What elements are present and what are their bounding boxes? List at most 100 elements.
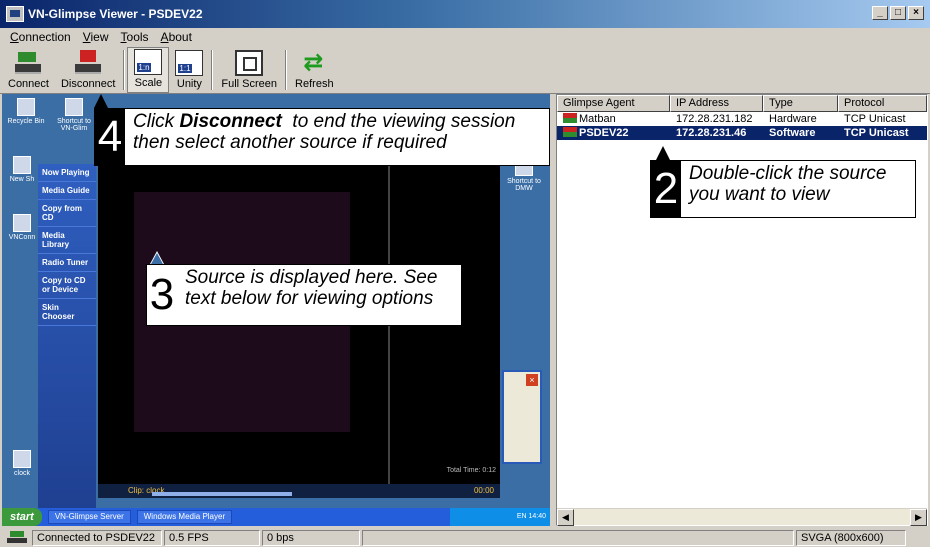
ip-cell: 172.28.231.46 [676, 127, 747, 139]
desktop-icon-recycle-bin[interactable]: Recycle Bin [6, 98, 46, 125]
callout-line-2: then select another source if required [133, 132, 447, 153]
toolbar-separator [285, 50, 288, 90]
desktop-icon-vnconn[interactable]: VNConn [2, 214, 42, 241]
menu-connection[interactable]: Connection [10, 30, 71, 44]
disconnect-label: Disconnect [60, 78, 116, 90]
wmp-now-playing[interactable]: Now Playing [38, 164, 96, 182]
disconnect-button[interactable]: Disconnect [55, 47, 121, 93]
remote-taskbar: start VN-Glimpse Server Windows Media Pl… [2, 508, 550, 526]
dialog-window: × [502, 370, 542, 464]
agent-cell: PSDEV22 [557, 126, 670, 140]
callout-number: 3 [147, 265, 177, 325]
full-screen-button[interactable]: Full Screen [215, 47, 283, 93]
refresh-icon [300, 48, 328, 77]
agent-name: PSDEV22 [579, 127, 629, 139]
column-glimpse-agent[interactable]: Glimpse Agent [557, 95, 670, 112]
callout-number: 2 [651, 161, 681, 217]
column-type[interactable]: Type [763, 95, 838, 112]
wmp-copy-from-cd[interactable]: Copy from CD [38, 200, 96, 227]
agent-list: Glimpse Agent IP Address Type Protocol M… [556, 94, 928, 526]
taskbar-item[interactable]: Windows Media Player [136, 510, 233, 524]
connection-status-icon [4, 530, 30, 545]
window-controls: _ □ × [872, 6, 924, 20]
wmp-media-library[interactable]: Media Library [38, 227, 96, 254]
menu-tools[interactable]: Tools [121, 30, 149, 44]
desktop-icon-clock[interactable]: clock [2, 450, 42, 477]
menu-bar: Connection View Tools About [0, 28, 930, 46]
dialog-close-icon[interactable]: × [526, 374, 538, 386]
app-icon [6, 6, 24, 22]
desktop-icon-label: Recycle Bin [7, 118, 45, 125]
callout-4-pointer [94, 94, 108, 108]
recycle-bin-icon [17, 98, 35, 116]
callout-text: Click Disconnect to end the viewing sess… [125, 109, 523, 165]
callout-line-1: Source is displayed here. See [185, 267, 438, 288]
agent-icon [563, 127, 577, 137]
status-fps: 0.5 FPS [164, 529, 260, 546]
status-resolution: SVGA (800x600) [796, 529, 906, 546]
refresh-button[interactable]: Refresh [289, 47, 340, 93]
wmp-media-guide[interactable]: Media Guide [38, 182, 96, 200]
scale-label: Scale [134, 77, 163, 89]
protocol-cell: TCP Unicast [844, 127, 909, 139]
horizontal-scrollbar[interactable]: ◀ ▶ [557, 508, 927, 526]
list-item-selected[interactable]: PSDEV22 172.28.231.46 Software TCP Unica… [557, 126, 927, 140]
callout-line-1: Click Disconnect to end the viewing sess… [133, 111, 515, 132]
connect-button[interactable]: Connect [2, 47, 55, 93]
network-icon [13, 214, 31, 232]
callout-line-2: text below for viewing options [185, 288, 434, 309]
minimize-button[interactable]: _ [872, 6, 888, 20]
toolbar: Connect Disconnect Scale Unity Full Scre… [0, 46, 930, 94]
menu-about[interactable]: About [161, 30, 192, 44]
column-ip-address[interactable]: IP Address [670, 95, 763, 112]
callout-number: 4 [95, 109, 125, 165]
seek-slider[interactable] [152, 492, 292, 496]
wmp-skin-chooser[interactable]: Skin Chooser [38, 299, 96, 326]
status-bar: Connected to PSDEV22 0.5 FPS 0 bps SVGA … [0, 528, 930, 547]
desktop-icon-label: Shortcut to DMW [507, 178, 541, 192]
connect-label: Connect [8, 78, 49, 90]
callout-text-pre: Click [133, 111, 180, 132]
callout-step-4: 4 Click Disconnect to end the viewing se… [94, 108, 550, 166]
refresh-label: Refresh [295, 78, 334, 90]
unity-icon [175, 50, 204, 76]
scale-icon [134, 49, 163, 75]
callout-text-bold: Disconnect [179, 111, 282, 132]
wmp-radio-tuner[interactable]: Radio Tuner [38, 254, 96, 272]
column-protocol[interactable]: Protocol [838, 95, 927, 112]
connect-icon [14, 50, 42, 76]
scale-button[interactable]: Scale [127, 47, 170, 93]
close-button[interactable]: × [908, 6, 924, 20]
maximize-button[interactable]: □ [890, 6, 906, 20]
clock-icon [13, 450, 31, 468]
scroll-left-icon[interactable]: ◀ [557, 509, 574, 526]
disconnect-icon [74, 50, 102, 76]
full-screen-icon [235, 50, 264, 76]
desktop-icon-shortcut[interactable]: Shortcut to VN-Glim [54, 98, 94, 132]
start-button[interactable]: start [2, 508, 42, 526]
taskbar-item[interactable]: VN-Glimpse Server [47, 510, 131, 524]
menu-view[interactable]: View [83, 30, 109, 44]
desktop-icon-label: Shortcut to VN-Glim [57, 118, 91, 132]
callout-text-post: to end the viewing session [281, 111, 516, 132]
wmp-copy-to-cd[interactable]: Copy to CD or Device [38, 272, 96, 299]
list-item[interactable]: Matban 172.28.231.182 Hardware TCP Unica… [557, 112, 927, 126]
status-bps: 0 bps [262, 529, 360, 546]
callout-text: Double-click the source you want to view [681, 161, 894, 217]
type-cell: Hardware [769, 113, 817, 125]
unity-label: Unity [176, 78, 202, 90]
agent-icon [563, 113, 577, 123]
callout-step-2: 2 Double-click the source you want to vi… [650, 160, 916, 218]
unity-button[interactable]: Unity [169, 47, 209, 93]
status-spacer [362, 529, 794, 546]
agent-cell: Matban [557, 112, 670, 126]
system-tray: EN 14:40 [450, 508, 550, 526]
type-cell: Software [769, 127, 816, 139]
protocol-cell: TCP Unicast [844, 113, 906, 125]
toolbar-separator [211, 50, 214, 90]
desktop-icon-new[interactable]: New Sh [2, 156, 42, 183]
document-icon [13, 156, 31, 174]
scroll-right-icon[interactable]: ▶ [910, 509, 927, 526]
callout-text: Source is displayed here. See text below… [177, 265, 445, 325]
total-time: Total Time: 0:12 [446, 467, 496, 474]
